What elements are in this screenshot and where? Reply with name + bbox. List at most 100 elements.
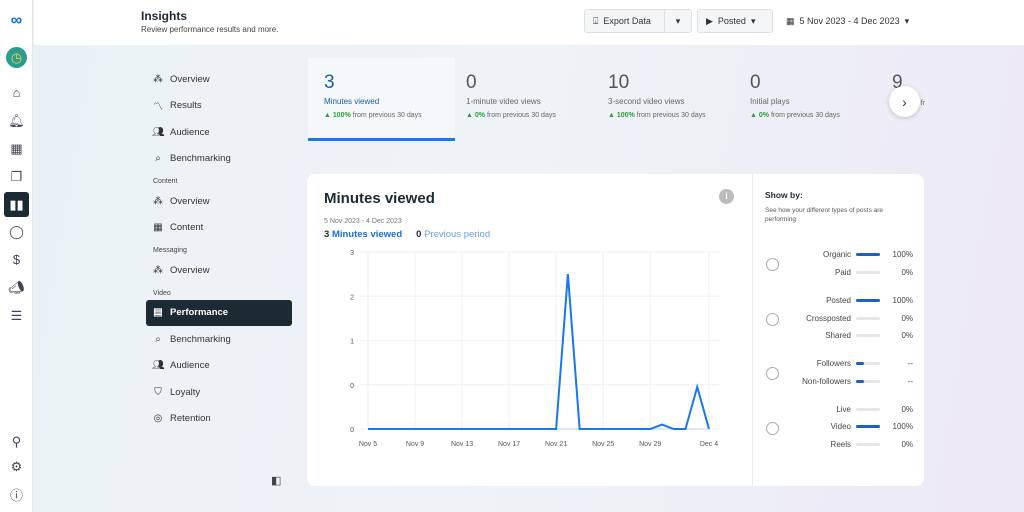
nav-item-results[interactable]: 〽 Results	[146, 93, 292, 120]
show-by-row: Live 0%	[753, 405, 925, 417]
play-icon: ▶	[706, 15, 713, 26]
page-subtitle: Review performance results and more.	[141, 25, 279, 34]
nav-item-label: Audience	[170, 126, 210, 138]
metric-change: ▲ 0% from previous 30 days	[750, 112, 881, 119]
metric-change-value: 100%	[616, 112, 635, 119]
nav-section-heading: Video	[153, 289, 171, 297]
meta-logo-icon[interactable]: ∞	[7, 11, 26, 30]
row-value: 0%	[901, 405, 913, 414]
row-label: Followers	[816, 359, 851, 368]
nav-item-performance[interactable]: ▤ Performance	[146, 299, 292, 326]
nav-item-label: Overview	[170, 73, 210, 85]
show-by-row: Shared 0%	[753, 331, 925, 343]
nav-item-label: Performance	[170, 307, 229, 319]
metric-change-value: 0%	[758, 112, 770, 119]
metric-change: ▲ 0% from previous 30 days	[466, 112, 597, 119]
row-value: 0%	[901, 331, 913, 340]
row-bar	[856, 380, 880, 383]
nav-item-overview[interactable]: ⁂ Overview	[146, 66, 292, 93]
row-bar	[856, 362, 880, 365]
row-bar-fill	[856, 253, 880, 256]
notifications-icon[interactable]: 🔔︎	[7, 111, 26, 130]
next-metrics-button[interactable]: ›	[889, 86, 920, 117]
retention-icon: ◎	[153, 413, 163, 425]
y-tick-label: 0	[350, 427, 354, 434]
metric-tab[interactable]: 10 3-second video views ▲ 100% from previo…	[592, 58, 739, 141]
metric-label: Initial plays	[750, 97, 790, 106]
date-range-picker[interactable]: ▦ 5 Nov 2023 - 4 Dec 2023 ▾	[778, 9, 917, 33]
show-by-row: Organic 100%	[753, 250, 925, 262]
header: Insights Review performance results and …	[34, 0, 1024, 45]
row-bar-fill	[856, 425, 880, 428]
metric-change-suffix: from previous 30 days	[770, 112, 840, 119]
nav-item-retention[interactable]: ◎ Retention	[146, 406, 292, 433]
nav-item-loyalty[interactable]: ⛉ Loyalty	[146, 379, 292, 406]
insights-icon[interactable]: ▮▮	[4, 192, 29, 217]
row-label: Organic	[822, 250, 851, 259]
minutes-viewed-chart: 0 0 1 2 3 Nov 5 Nov 9 Nov 13 Nov 17 Nov 21 Nov 25 N…	[350, 250, 719, 448]
x-tick-label: Dec 4	[700, 441, 718, 448]
metric-value: 3	[324, 72, 335, 93]
settings-icon[interactable]: ⚙	[7, 457, 26, 476]
metric-label: 3-second video views	[608, 97, 685, 106]
show-by-row: Non-followers --	[753, 377, 925, 389]
nav-item-benchmarking[interactable]: ⌕ Benchmarking	[146, 146, 292, 173]
posted-label: Posted	[717, 16, 746, 26]
export-data-button[interactable]: ⍗ Export Data	[584, 9, 668, 33]
x-tick-label: Nov 5	[359, 441, 377, 448]
show-by-row: Paid 0%	[753, 268, 925, 280]
metric-change-suffix: from previous 30 days	[486, 112, 556, 119]
row-value: 100%	[892, 422, 913, 431]
nav-item-benchmarking[interactable]: ⌕ Benchmarking	[146, 326, 292, 353]
row-bar	[856, 253, 880, 256]
caret-down-icon: ▾	[750, 15, 756, 26]
inbox-icon[interactable]: ◯	[7, 222, 26, 241]
nav-item-audience[interactable]: 👥︎ Audience	[146, 353, 292, 380]
nav-item-overview[interactable]: ⁂ Overview	[146, 257, 292, 284]
nav-item-label: Retention	[170, 413, 211, 425]
show-by-row: Posted 100%	[753, 296, 925, 308]
home-icon[interactable]: ⌂	[7, 83, 26, 102]
content-icon[interactable]: ❐	[7, 167, 26, 186]
table-icon: ▦	[153, 222, 163, 234]
nav-item-audience[interactable]: 👥︎ Audience	[146, 119, 292, 146]
metric-change-suffix: from previous 30 days	[352, 112, 422, 119]
metric-tab[interactable]: 3 Minutes viewed ▲ 100% from previous 30 d…	[308, 58, 455, 141]
nav-item-label: Benchmarking	[170, 333, 231, 345]
row-value: 100%	[892, 250, 913, 259]
audience-icon: 👥︎	[152, 126, 165, 138]
row-bar	[856, 408, 880, 411]
ads-icon[interactable]: 📣︎	[7, 278, 26, 297]
benchmarking-icon: ⌕	[155, 153, 161, 165]
posted-filter-dropdown[interactable]: ▶ Posted ▾	[697, 9, 773, 33]
nav-item-content[interactable]: ▦ Content	[146, 215, 292, 242]
nav-item-label: Overview	[170, 195, 210, 207]
page-title: Insights	[141, 9, 188, 23]
minutes-viewed-card: Minutes viewed i 5 Nov 2023 - 4 Dec 2023…	[307, 174, 924, 486]
metric-change-value: 100%	[332, 112, 351, 119]
metric-tab[interactable]: 0 1-minute video views ▲ 0% from previous …	[450, 58, 597, 141]
show-by-panel: Show by: See how your different types of…	[752, 174, 924, 486]
menu-icon[interactable]: ☰	[7, 306, 26, 325]
show-by-description: See how your different types of posts ar…	[765, 207, 884, 223]
planner-icon[interactable]: ▦	[7, 139, 26, 158]
nav-item-overview[interactable]: ⁂ Overview	[146, 188, 292, 215]
row-label: Shared	[825, 331, 851, 340]
show-by-row: Followers --	[753, 359, 925, 371]
monetization-icon[interactable]: $	[7, 250, 26, 269]
row-bar-fill	[856, 299, 880, 302]
export-dropdown-button[interactable]: ▾	[664, 9, 692, 33]
row-label: Posted	[826, 296, 851, 305]
collapse-panel-icon[interactable]: ◧	[271, 474, 281, 487]
nav-item-label: Loyalty	[170, 386, 201, 398]
show-by-row: Crossposted 0%	[753, 314, 925, 326]
caret-down-icon: ▾	[675, 15, 681, 26]
account-avatar-icon[interactable]: ◷	[6, 47, 27, 68]
help-icon[interactable]: ⓘ	[7, 485, 26, 504]
search-icon[interactable]: ⚲	[7, 432, 26, 451]
nav-item-label: Audience	[170, 360, 210, 372]
overview-icon: ⁂	[153, 73, 163, 85]
nav-item-label: Results	[170, 100, 202, 112]
metric-tab[interactable]: 0 Initial plays ▲ 0% from previous 30 days	[734, 58, 881, 141]
export-label: Export Data	[603, 16, 651, 26]
